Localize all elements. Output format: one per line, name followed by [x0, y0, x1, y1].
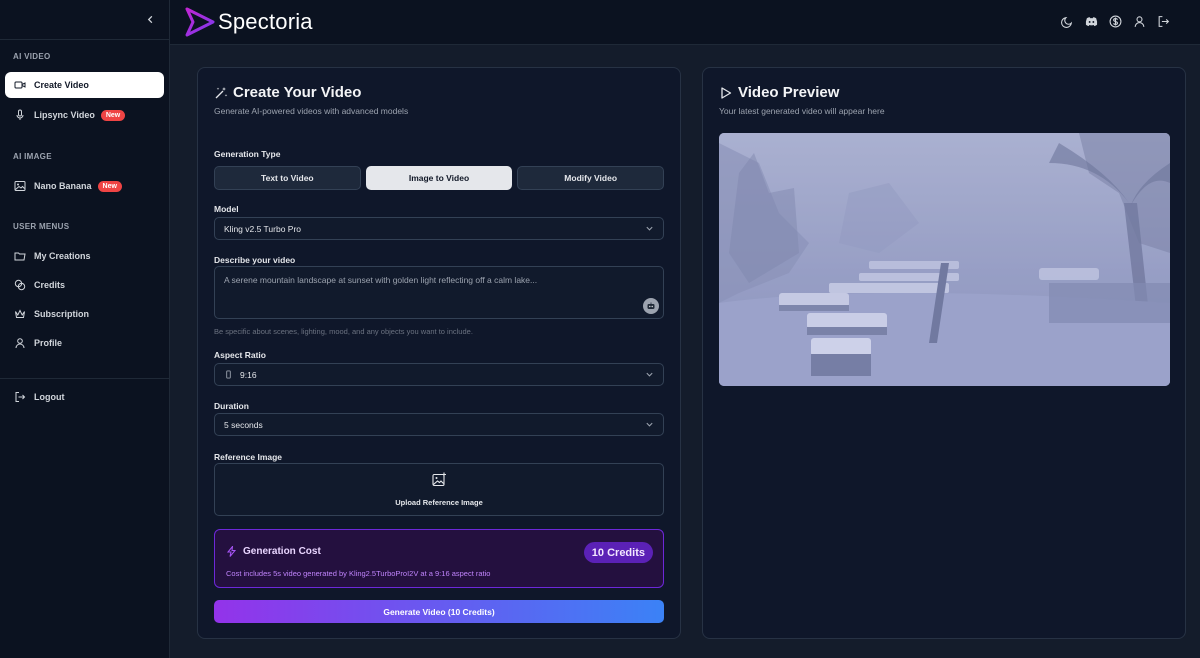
describe-hint: Be specific about scenes, lighting, mood… — [214, 327, 473, 336]
panel-title-text: Create Your Video — [233, 84, 362, 101]
sidebar-item-label: Credits — [34, 280, 66, 290]
user-icon — [14, 337, 26, 349]
play-icon — [719, 86, 733, 100]
sidebar-item-profile[interactable]: Profile — [5, 330, 164, 356]
sidebar-item-label: My Creations — [34, 251, 91, 261]
sidebar-item-nano-banana[interactable]: Nano Banana New — [5, 173, 164, 199]
chevron-down-icon — [646, 226, 653, 231]
sidebar-item-label: Lipsync Video — [34, 110, 95, 120]
model-value: Kling v2.5 Turbo Pro — [224, 223, 302, 234]
collapse-sidebar-icon[interactable] — [143, 11, 157, 27]
video-camera-icon — [14, 79, 26, 91]
video-preview-panel: Video Preview Your latest generated vide… — [702, 67, 1186, 639]
generate-video-button[interactable]: Generate Video (10 Credits) — [214, 600, 664, 623]
tab-modify-video[interactable]: Modify Video — [517, 166, 665, 190]
create-title: Create Your Video — [214, 84, 361, 101]
model-label: Model — [214, 204, 239, 214]
sidebar-item-label: Logout — [34, 392, 65, 402]
upload-label: Upload Reference Image — [395, 498, 483, 507]
logout-icon[interactable] — [1157, 15, 1170, 28]
sidebar: AI VIDEO Create Video Lipsync Video New … — [0, 0, 170, 658]
credits-pill: 10 Credits — [583, 542, 653, 563]
cost-description: Cost includes 5s video generated by Klin… — [226, 569, 491, 578]
tab-image-to-video[interactable]: Image to Video — [365, 166, 513, 190]
discord-icon[interactable] — [1085, 15, 1098, 28]
sidebar-item-label: Subscription — [34, 309, 90, 319]
brand-name: Spectoria — [218, 9, 313, 34]
sidebar-divider — [0, 39, 170, 40]
lightning-icon — [226, 546, 237, 557]
aspect-ratio-value: 9:16 — [240, 369, 257, 380]
magic-wand-icon — [214, 86, 228, 100]
robot-icon — [647, 302, 655, 309]
folder-icon — [14, 250, 26, 262]
image-icon — [14, 180, 26, 192]
create-video-panel: Create Your Video Generate AI-powered vi… — [197, 67, 681, 639]
generation-type-group: Text to Video Image to Video Modify Vide… — [214, 166, 665, 190]
new-badge: New — [97, 180, 122, 192]
section-ai-image: AI IMAGE — [13, 152, 52, 161]
cost-title: Generation Cost — [226, 546, 321, 557]
duration-label: Duration — [214, 401, 249, 411]
sidebar-item-label: Create Video — [34, 80, 89, 90]
sidebar-item-subscription[interactable]: Subscription — [5, 301, 164, 327]
new-badge: New — [100, 109, 126, 121]
image-plus-icon — [432, 472, 446, 487]
section-user-menus: USER MENUS — [13, 222, 70, 231]
section-ai-video: AI VIDEO — [13, 52, 51, 61]
coins-icon — [14, 279, 26, 291]
topbar: Spectoria — [170, 0, 1200, 45]
upload-reference-image[interactable]: Upload Reference Image — [214, 463, 664, 516]
sidebar-item-logout[interactable]: Logout — [5, 384, 164, 410]
duration-value: 5 seconds — [224, 419, 263, 430]
video-thumbnail-snowy-scene — [719, 133, 1170, 386]
dollar-icon[interactable] — [1109, 15, 1122, 28]
sidebar-divider — [0, 378, 170, 379]
sidebar-item-my-creations[interactable]: My Creations — [5, 243, 164, 269]
duration-select[interactable]: 5 seconds — [214, 413, 664, 436]
describe-placeholder: A serene mountain landscape at sunset wi… — [224, 275, 538, 285]
cost-title-text: Generation Cost — [243, 546, 321, 557]
preview-subtitle: Your latest generated video will appear … — [719, 106, 885, 116]
ai-enhance-button[interactable] — [643, 298, 659, 314]
portrait-icon — [226, 370, 231, 379]
sidebar-item-label: Profile — [34, 338, 63, 348]
brand-logo[interactable]: Spectoria — [184, 6, 313, 38]
sidebar-item-label: Nano Banana — [34, 181, 92, 191]
generation-cost-box: Generation Cost 10 Credits Cost includes… — [214, 529, 664, 588]
video-player[interactable] — [719, 133, 1170, 386]
aspect-ratio-label: Aspect Ratio — [214, 350, 266, 360]
model-select[interactable]: Kling v2.5 Turbo Pro — [214, 217, 664, 240]
preview-title: Video Preview — [719, 84, 839, 101]
spectoria-logo-icon — [185, 7, 215, 37]
sidebar-item-credits[interactable]: Credits — [5, 272, 164, 298]
crown-icon — [14, 308, 26, 320]
create-subtitle: Generate AI-powered videos with advanced… — [214, 106, 409, 116]
generation-type-label: Generation Type — [214, 149, 281, 159]
top-icons — [1061, 15, 1170, 28]
reference-image-label: Reference Image — [214, 452, 283, 462]
tab-text-to-video[interactable]: Text to Video — [214, 166, 361, 190]
microphone-icon — [14, 109, 26, 121]
describe-label: Describe your video — [214, 255, 296, 265]
moon-icon[interactable] — [1061, 15, 1074, 28]
sidebar-item-create-video[interactable]: Create Video — [5, 72, 164, 98]
chevron-down-icon — [646, 372, 653, 377]
aspect-ratio-select[interactable]: 9:16 — [214, 363, 664, 386]
logout-icon — [14, 391, 26, 403]
user-icon[interactable] — [1133, 15, 1146, 28]
panel-title-text: Video Preview — [738, 84, 840, 101]
describe-video-textarea[interactable]: A serene mountain landscape at sunset wi… — [214, 266, 664, 319]
sidebar-item-lipsync-video[interactable]: Lipsync Video New — [5, 102, 164, 128]
chevron-down-icon — [646, 422, 653, 427]
